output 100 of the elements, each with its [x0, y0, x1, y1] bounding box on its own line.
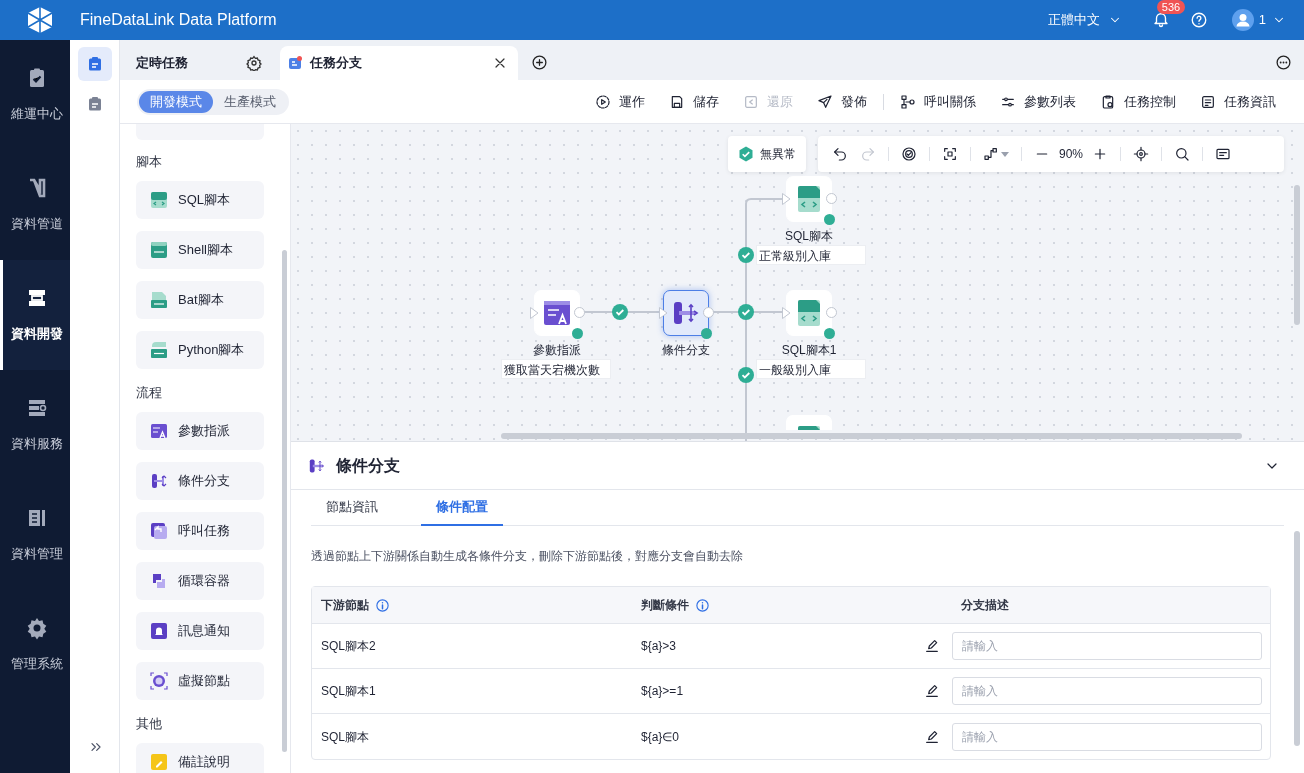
bell-icon [150, 622, 168, 640]
nav-item[interactable]: 資料開發 [0, 260, 70, 370]
panel-tab[interactable]: 節點資訊 [311, 490, 393, 526]
help-icon[interactable] [1189, 11, 1208, 29]
table-cell-text: ${a}>3 [641, 638, 678, 655]
minimap-icon[interactable] [1215, 146, 1232, 162]
palette-item[interactable]: SQL腳本 [136, 181, 264, 219]
undo-icon [743, 93, 759, 110]
node-label: SQL腳本 [784, 228, 834, 245]
status-text: 無異常 [760, 146, 796, 163]
toolbar-button[interactable]: 儲存 [669, 91, 719, 112]
scrollbar-thumb[interactable] [1294, 531, 1300, 746]
palette-item[interactable]: 參數指派 [136, 412, 264, 450]
section-title: 流程 [136, 386, 163, 400]
search-icon[interactable] [1174, 146, 1191, 162]
section-title: 腳本 [136, 155, 163, 169]
edit-icon[interactable] [924, 638, 940, 654]
scrollbar-thumb[interactable] [282, 250, 287, 752]
node-description: 獲取當天宕機次數 [501, 359, 611, 379]
node-description: 一般級別入庫 [756, 359, 866, 379]
palette-item[interactable]: 呼叫任務 [136, 512, 264, 550]
input-port-icon [782, 307, 791, 319]
info-icon[interactable] [375, 597, 390, 613]
description-input[interactable]: 請輸入 [952, 722, 1262, 751]
palette-item[interactable]: 訊息通知 [136, 612, 264, 650]
palette-item[interactable]: Shell腳本 [136, 231, 264, 269]
edit-icon[interactable] [924, 683, 940, 699]
flow-icon [900, 93, 916, 110]
cube-logo-icon [25, 5, 55, 35]
connector-style-icon[interactable] [983, 146, 999, 162]
script-file-icon [150, 341, 168, 359]
input-port-icon [530, 307, 539, 319]
success-check-icon [738, 367, 754, 383]
panel-title: 條件分支 [336, 455, 401, 476]
app-title: FineDataLink Data Platform [80, 10, 277, 30]
scrollbar-thumb[interactable] [1294, 185, 1300, 325]
tab-label: 任務分支 [310, 54, 363, 73]
toolbar-button[interactable]: 任務資訊 [1200, 91, 1276, 112]
node-label: SQL腳本1 [780, 342, 838, 359]
tab[interactable]: 定時任務 [120, 46, 278, 80]
clipboard-icon [86, 96, 103, 112]
parameter-icon [542, 298, 572, 328]
scrollbar-thumb[interactable] [501, 433, 1242, 439]
flow-node[interactable] [663, 290, 709, 336]
palette-item[interactable]: 循環容器 [136, 562, 264, 600]
tab[interactable]: 任務分支 [280, 46, 518, 80]
node-description: 正常級別入庫 [756, 245, 866, 265]
clipboard-icon [86, 56, 103, 72]
success-check-icon [738, 146, 754, 162]
mode-switch[interactable]: 開發模式 生產模式 [137, 88, 289, 115]
palette-item[interactable]: Bat腳本 [136, 281, 264, 319]
language-dropdown[interactable]: 正體中文 [1047, 10, 1122, 30]
clipboard-gear-icon [1100, 93, 1116, 110]
palette-item[interactable]: 備註說明 [136, 743, 264, 773]
user-menu[interactable]: 1 [1258, 10, 1286, 30]
table-cell: SQL腳本2 [321, 639, 376, 653]
toolbar-button[interactable]: 發佈 [817, 91, 867, 112]
nav-item[interactable]: 管理系統 [0, 590, 70, 700]
info-icon[interactable] [695, 597, 710, 613]
description-input[interactable]: 請輸入 [952, 632, 1262, 660]
column-header: 判斷條件 [641, 597, 689, 614]
target-check-icon[interactable] [901, 146, 917, 162]
mode-option[interactable]: 生產模式 [213, 90, 287, 113]
loop-icon [150, 572, 168, 590]
more-icon[interactable] [1275, 54, 1292, 71]
toolbar-button[interactable]: 任務控制 [1100, 91, 1176, 112]
section-title: 其他 [136, 717, 163, 731]
list-document-icon [1200, 93, 1216, 110]
palette-item[interactable]: 條件分支 [136, 462, 264, 500]
locate-icon[interactable] [1133, 146, 1150, 162]
panel-tab[interactable]: 條件配置 [421, 490, 503, 526]
caret-down-icon[interactable] [1001, 150, 1009, 158]
bell-icon[interactable] [1151, 10, 1170, 28]
play-icon [595, 93, 611, 110]
table-cell-text: ${a}∈0 [641, 728, 681, 746]
palette-item[interactable]: Python腳本 [136, 331, 264, 369]
branch-icon [150, 472, 168, 490]
nav-item[interactable]: 資料服務 [0, 370, 70, 480]
nav-item[interactable]: 資料管道 [0, 150, 70, 260]
side-tool-button[interactable] [77, 47, 112, 81]
virtual-node-icon [150, 672, 168, 690]
nav-item[interactable]: 維運中心 [0, 40, 70, 150]
fit-screen-icon[interactable] [942, 146, 958, 162]
toolbar-button[interactable]: 運作 [595, 91, 645, 112]
table-cell-text: ${a}>=1 [641, 683, 685, 700]
branch-icon [308, 456, 326, 475]
edit-icon[interactable] [924, 728, 940, 745]
add-tab-icon[interactable] [531, 54, 548, 71]
node-label: 參數指派 [532, 342, 582, 359]
call-task-icon [150, 522, 168, 540]
avatar-icon[interactable] [1231, 9, 1254, 31]
undo-icon[interactable] [832, 146, 848, 162]
toolbar-button[interactable]: 呼叫關係 [900, 91, 976, 112]
description-input[interactable]: 請輸入 [952, 677, 1262, 705]
column-header: 下游節點 [321, 597, 369, 614]
toolbar-button[interactable]: 參數列表 [1000, 91, 1076, 112]
settings-icon[interactable] [246, 55, 262, 71]
palette-item[interactable]: 虛擬節點 [136, 662, 264, 700]
nav-item[interactable]: 資料管理 [0, 480, 70, 590]
zoom-level: 90% [1059, 146, 1084, 163]
